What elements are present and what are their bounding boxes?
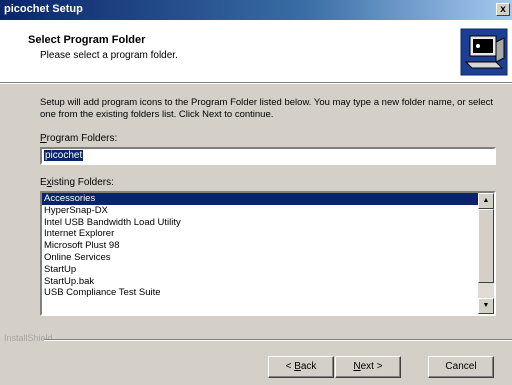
- header-divider: [0, 83, 512, 84]
- scroll-thumb[interactable]: [478, 209, 494, 283]
- list-item[interactable]: Intel USB Bandwidth Load Utility: [42, 217, 478, 229]
- next-button-rest: ext >: [360, 361, 383, 372]
- next-button[interactable]: Next >: [335, 356, 401, 378]
- wizard-header: Select Program Folder Please select a pr…: [0, 20, 512, 83]
- existing-folders-label-pre: E: [40, 177, 47, 188]
- list-item[interactable]: Microsoft Plust 98: [42, 240, 478, 252]
- back-button-pre: <: [285, 361, 295, 372]
- back-button-rest: ack: [300, 361, 317, 372]
- back-button[interactable]: < Back: [268, 356, 334, 378]
- vertical-scrollbar[interactable]: ▲ ▼: [478, 193, 494, 314]
- folder-list-items: Accessories HyperSnap-DX Intel USB Bandw…: [42, 193, 478, 299]
- existing-folders-label-rest: isting Folders:: [51, 177, 114, 188]
- page-title: Select Program Folder: [28, 34, 146, 46]
- list-item[interactable]: StartUp: [42, 264, 478, 276]
- back-button-accel: B: [294, 361, 301, 372]
- window-title: picochet Setup: [4, 3, 83, 15]
- next-button-accel: N: [353, 361, 361, 372]
- program-folder-value: picochet: [44, 150, 84, 161]
- title-bar[interactable]: picochet Setup x: [0, 0, 512, 20]
- setup-window: picochet Setup x Select Program Folder P…: [0, 0, 512, 385]
- list-item[interactable]: HyperSnap-DX: [42, 205, 478, 217]
- computer-setup-icon: [460, 28, 508, 76]
- program-folders-label: Program Folders:: [40, 133, 117, 144]
- existing-folders-label: Existing Folders:: [40, 177, 114, 188]
- list-item[interactable]: Online Services: [42, 252, 478, 264]
- scroll-up-arrow-icon[interactable]: ▲: [478, 193, 494, 209]
- cancel-button[interactable]: Cancel: [428, 356, 494, 378]
- page-subtitle: Please select a program folder.: [40, 50, 178, 61]
- scroll-down-arrow-icon[interactable]: ▼: [478, 298, 494, 314]
- footer-divider: [44, 339, 512, 341]
- program-folders-label-rest: rogram Folders:: [46, 133, 118, 144]
- program-folder-input[interactable]: picochet: [40, 147, 496, 165]
- list-item[interactable]: USB Compliance Test Suite: [42, 287, 478, 299]
- list-item[interactable]: StartUp.bak: [42, 276, 478, 288]
- list-item[interactable]: Accessories: [42, 193, 478, 205]
- instructions-text: Setup will add program icons to the Prog…: [40, 97, 494, 120]
- program-folders-accel: P: [40, 133, 47, 144]
- close-icon[interactable]: x: [496, 3, 510, 16]
- existing-folders-list[interactable]: Accessories HyperSnap-DX Intel USB Bandw…: [40, 191, 496, 316]
- list-item[interactable]: Internet Explorer: [42, 228, 478, 240]
- installshield-brand: InstallShield: [4, 333, 53, 343]
